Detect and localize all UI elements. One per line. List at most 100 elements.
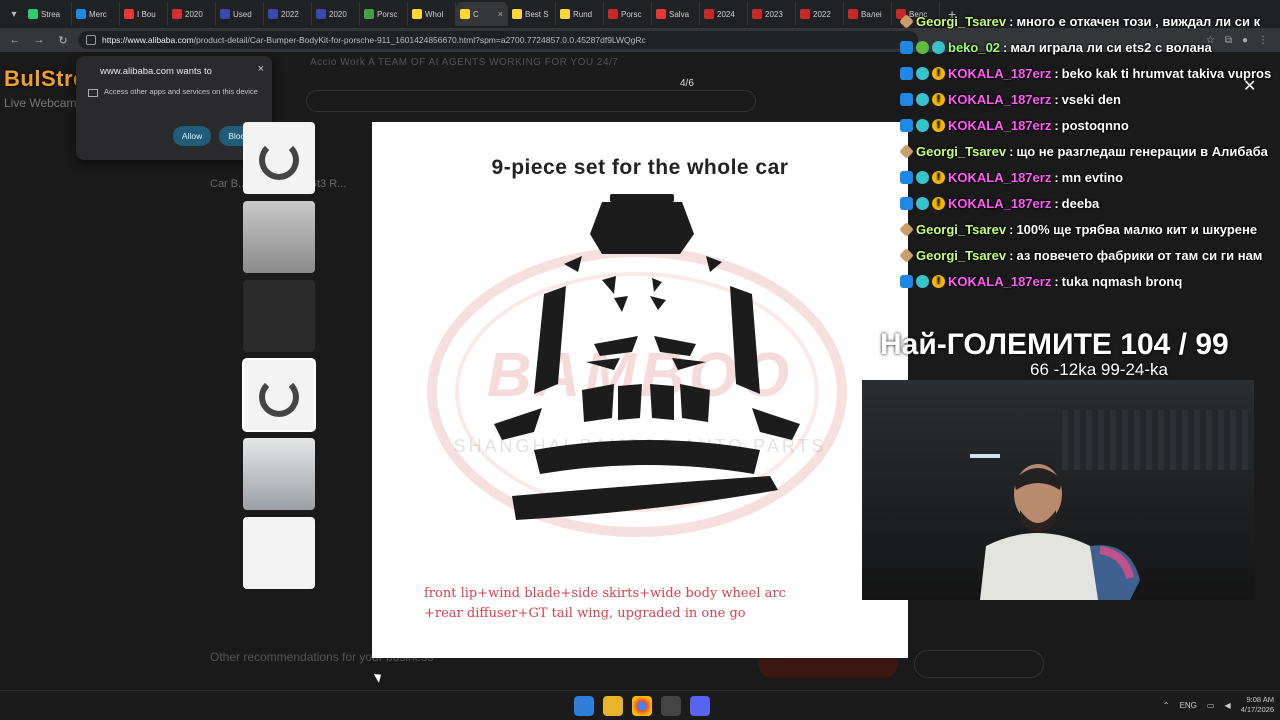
chat-username: Georgi_Tsarev — [916, 143, 1007, 159]
site-info-icon[interactable] — [86, 35, 96, 45]
clock[interactable]: 9:08 AM 4/17/2026 — [1241, 695, 1274, 715]
tab-label: Porsc — [621, 9, 642, 19]
tab-favicon-icon — [460, 9, 470, 19]
chat-message: beko_02 : мал играла ли си ets2 с волана — [900, 34, 1280, 60]
browser-tab[interactable]: Strea — [24, 2, 72, 26]
windows-taskbar: ⌃ ENG ▭ ◀ 9:08 AM 4/17/2026 — [0, 690, 1280, 720]
chat-text: що не разгледаш генерации в Алибаба — [1016, 143, 1268, 159]
browser-tab[interactable]: 2022 — [264, 2, 312, 26]
discord-icon[interactable] — [690, 696, 710, 716]
viewer-close-icon[interactable]: ✕ — [1243, 76, 1256, 96]
chat-username: Georgi_Tsarev — [916, 13, 1007, 29]
chat-message: Georgi_Tsarev : много е откачен този , в… — [899, 8, 1280, 34]
chat-separator: : — [1054, 91, 1059, 107]
tab-favicon-icon — [172, 9, 182, 19]
close-icon[interactable]: × — [258, 63, 264, 75]
image-caption: front lip+wind blade+side skirts+wide bo… — [424, 584, 894, 624]
file-explorer-icon[interactable] — [603, 696, 623, 716]
start-icon[interactable] — [574, 696, 594, 716]
chat-username: KOKALA_187erz — [948, 169, 1052, 185]
chat-now-button[interactable] — [914, 650, 1044, 678]
browser-tab[interactable]: Porsc — [360, 2, 408, 26]
chat-badge-icon — [900, 170, 913, 184]
thumbnail-2[interactable] — [243, 201, 315, 273]
tab-label: 2022 — [281, 9, 299, 19]
chat-badge-icon: ! — [932, 118, 945, 132]
browser-tab[interactable]: Валеі — [844, 2, 892, 26]
browser-tab[interactable]: Whol — [408, 2, 456, 26]
tray-chevron-icon[interactable]: ⌃ — [1163, 701, 1170, 710]
product-image-viewer[interactable]: BAMBOO SHANGHAI BAMBOO AUTO PARTS 9-piec… — [372, 122, 908, 658]
chat-message: ! KOKALA_187erz : beko kak ti hrumvat tak… — [900, 60, 1280, 86]
tab-label: Merc — [89, 9, 107, 19]
permission-description: Access other apps and services on this d… — [104, 87, 258, 96]
thumbnail-3[interactable] — [243, 280, 315, 352]
browser-tab[interactable]: Porsc — [604, 2, 652, 26]
browser-tab[interactable]: C × — [456, 2, 508, 26]
tab-label: 2020 — [329, 9, 347, 19]
chat-badge-icon — [932, 40, 945, 54]
chat-separator: : — [1009, 143, 1014, 159]
permission-title: www.alibaba.com wants to — [100, 66, 212, 77]
chat-separator: : — [1009, 247, 1014, 263]
tab-search-icon[interactable]: ▾ — [4, 4, 24, 24]
address-bar[interactable]: https://www.alibaba.com/product-detail/C… — [78, 31, 918, 49]
tab-favicon-icon — [560, 9, 570, 19]
browser-tab[interactable]: Best S — [508, 2, 556, 26]
browser-tab[interactable]: Rund — [556, 2, 604, 26]
body-kit-parts-illustration — [494, 194, 800, 520]
tab-label: Best S — [525, 9, 549, 19]
tab-favicon-icon — [848, 9, 858, 19]
chat-badge-icon — [916, 196, 929, 210]
browser-tab[interactable]: 2022 — [796, 2, 844, 26]
browser-tab[interactable]: 2020 — [168, 2, 216, 26]
stream-chat-overlay: Georgi_Tsarev : много е откачен този , в… — [899, 8, 1280, 294]
thumbnail-6[interactable] — [243, 517, 315, 589]
chat-badge-icon — [900, 66, 913, 80]
volume-icon[interactable]: ◀ — [1224, 701, 1230, 710]
chat-badge-icon: ! — [932, 66, 945, 80]
chat-separator: : — [1003, 39, 1008, 55]
chat-text: мал играла ли си ets2 с волана — [1010, 39, 1212, 55]
chat-badge-icon — [899, 13, 914, 29]
browser-tab[interactable]: 2020 — [312, 2, 360, 26]
tab-favicon-icon — [512, 9, 522, 19]
page-search-box[interactable] — [306, 90, 756, 112]
tab-favicon-icon — [364, 9, 374, 19]
tab-favicon-icon — [752, 9, 762, 19]
browser-tab[interactable]: 2023 — [748, 2, 796, 26]
chat-username: KOKALA_187erz — [948, 195, 1052, 211]
thumbnail-1[interactable] — [243, 122, 315, 194]
clock-date: 4/17/2026 — [1240, 705, 1274, 714]
allow-button[interactable]: Allow — [172, 126, 212, 146]
chat-badge-icon — [900, 274, 913, 288]
thumbnail-4-selected[interactable] — [242, 358, 316, 432]
chat-badge-icon: ! — [932, 92, 945, 106]
back-icon[interactable]: ← — [6, 31, 24, 49]
network-icon[interactable]: ▭ — [1207, 701, 1215, 710]
image-title: 9-piece set for the whole car — [491, 156, 789, 179]
browser-tab[interactable]: Used — [216, 2, 264, 26]
chrome-icon[interactable] — [632, 696, 652, 716]
tab-label: 2024 — [717, 9, 735, 19]
chat-message: Georgi_Tsarev : 100% ще трябва малко кит… — [899, 216, 1280, 242]
chat-separator: : — [1009, 221, 1014, 237]
browser-tab[interactable]: I Bou — [120, 2, 168, 26]
chat-badge-icon — [916, 40, 929, 54]
tab-label: C — [473, 9, 479, 19]
chat-badge-icon — [900, 118, 913, 132]
chat-separator: : — [1009, 13, 1014, 29]
tab-close-icon[interactable]: × — [498, 9, 503, 19]
tab-label: Whol — [425, 9, 444, 19]
language-indicator[interactable]: ENG — [1180, 701, 1197, 710]
chat-badge-icon: ! — [932, 274, 945, 288]
chat-badge-icon — [900, 40, 913, 54]
thumbnail-5[interactable] — [243, 438, 315, 510]
chat-username: Georgi_Tsarev — [916, 247, 1007, 263]
reload-icon[interactable]: ↻ — [54, 31, 72, 49]
browser-tab[interactable]: 2024 — [700, 2, 748, 26]
browser-tab[interactable]: Salva — [652, 2, 700, 26]
forward-icon[interactable]: → — [30, 31, 48, 49]
browser-tab[interactable]: Merc — [72, 2, 120, 26]
obs-icon[interactable] — [661, 696, 681, 716]
